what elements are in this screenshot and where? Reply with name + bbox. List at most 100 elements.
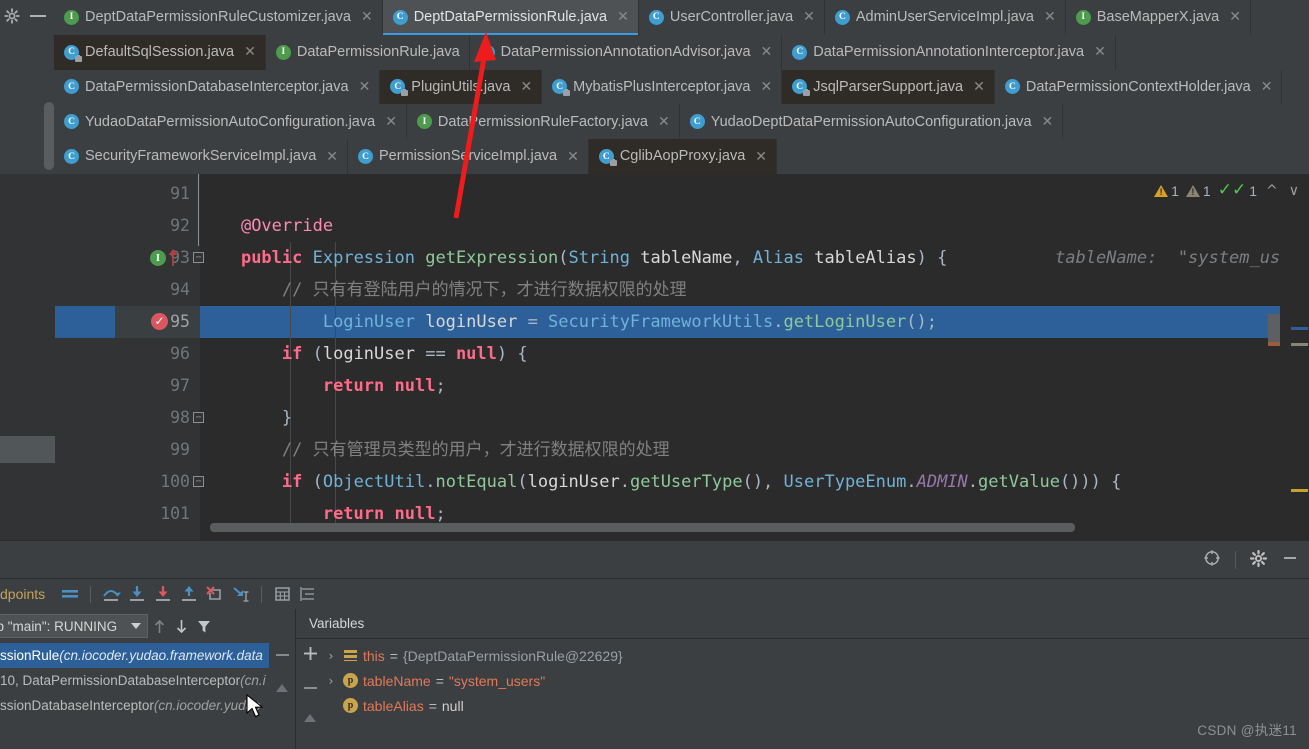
code-line[interactable]: public Expression getExpression(String t… (200, 242, 947, 274)
force-step-into-icon[interactable] (150, 582, 176, 606)
minimize-icon[interactable] (1281, 549, 1299, 571)
close-icon[interactable]: ✕ (760, 80, 772, 94)
warning-count-group[interactable]: 1 (1154, 183, 1179, 199)
code-line[interactable]: LoginUser loginUser = SecurityFrameworkU… (200, 306, 937, 338)
evaluate-expression-icon[interactable] (269, 582, 295, 606)
breakpoint-icon[interactable] (151, 313, 168, 330)
thread-selector[interactable]: up "main": RUNNING (0, 614, 149, 638)
editor-tab[interactable]: I BaseMapperX.java ✕ (1065, 0, 1251, 35)
breakpoints-label[interactable]: dpoints (0, 586, 45, 602)
call-stack-list[interactable]: ssionRule (cn.iocoder.yudao.framework.da… (0, 643, 295, 718)
close-icon[interactable]: ✕ (1229, 10, 1241, 24)
next-problem-icon[interactable]: ∨ (1287, 183, 1301, 199)
tab-label: SecurityFrameworkServiceImpl.java (85, 148, 317, 165)
tab-label: JsqlParserSupport.java (813, 78, 964, 95)
weak-warning-count-group[interactable]: 1 (1185, 183, 1211, 199)
close-icon[interactable]: ✕ (1042, 115, 1054, 129)
close-icon[interactable]: ✕ (1261, 80, 1273, 94)
minus-icon[interactable] (274, 647, 291, 664)
close-icon[interactable]: ✕ (385, 115, 397, 129)
editor-tab[interactable]: I DeptDataPermissionRuleCustomizer.java ✕ (54, 0, 383, 35)
inspection-widget[interactable]: 1 1 ✓✓ 1 ^ ∨ (1154, 182, 1301, 199)
close-icon[interactable]: ✕ (244, 45, 256, 59)
editor-tab[interactable]: C SecurityFrameworkServiceImpl.java ✕ (54, 139, 348, 174)
editor-tab[interactable]: C DataPermissionDatabaseInterceptor.java ✕ (54, 69, 381, 105)
run-to-cursor-icon[interactable] (228, 582, 254, 606)
editor-tab[interactable]: I DataPermissionRuleFactory.java ✕ (406, 104, 680, 140)
close-icon[interactable]: ✕ (1044, 10, 1056, 24)
minus-icon[interactable] (302, 680, 319, 697)
variable-row[interactable]: › p tableName = "system_users" (324, 668, 1309, 693)
call-stack-frame[interactable]: 10, DataPermissionDatabaseInterceptor (c… (0, 668, 295, 693)
error-stripe[interactable] (1280, 174, 1309, 540)
code-line[interactable]: @Override (200, 210, 333, 242)
drop-frame-icon[interactable] (202, 582, 228, 606)
close-icon[interactable]: ✕ (658, 115, 670, 129)
close-icon[interactable]: ✕ (761, 45, 773, 59)
code-line[interactable]: if (loginUser == null) { (200, 338, 528, 370)
close-icon[interactable]: ✕ (755, 150, 767, 164)
close-icon[interactable]: ✕ (973, 80, 985, 94)
settings-gear-icon[interactable] (4, 8, 20, 24)
variables-tree[interactable]: › this = {DeptDataPermissionRule@22629} › p ta… (324, 643, 1309, 718)
arrow-down-icon[interactable] (170, 618, 192, 635)
prev-problem-icon[interactable]: ^ (1264, 183, 1280, 199)
editor-tab[interactable]: C JsqlParserSupport.java ✕ (782, 69, 995, 105)
editor-tab[interactable]: C DefaultSqlSession.java ✕ (54, 34, 266, 70)
call-stack-frame[interactable]: ssionDatabaseInterceptor (cn.iocoder.yud… (0, 693, 295, 718)
editor-tab[interactable]: C CglibAopProxy.java ✕ (588, 139, 778, 174)
close-icon[interactable]: ✕ (520, 80, 532, 94)
code-line[interactable]: if (ObjectUtil.notEqual(loginUser.getUse… (200, 466, 1121, 498)
code-line[interactable]: return null; (200, 370, 446, 402)
editor-tab[interactable]: C DataPermissionAnnotationAdvisor.java ✕ (469, 34, 783, 70)
plus-icon[interactable] (302, 645, 319, 666)
close-icon[interactable]: ✕ (1094, 45, 1106, 59)
step-into-icon[interactable] (124, 582, 150, 606)
tab-bar-scrollbar[interactable] (44, 102, 54, 170)
arrow-up-icon[interactable] (148, 618, 170, 635)
filter-icon[interactable] (192, 618, 216, 635)
close-icon[interactable]: ✕ (617, 10, 629, 24)
tab-row: I DeptDataPermissionRuleCustomizer.java ✕ C… (54, 0, 1309, 35)
chevron-right-icon[interactable]: › (324, 649, 338, 663)
editor-tab[interactable]: C PermissionServiceImpl.java ✕ (348, 139, 589, 174)
variable-row[interactable]: › this = {DeptDataPermissionRule@22629} (324, 643, 1309, 668)
editor-tab[interactable]: C YudaoDataPermissionAutoConfiguration.ja… (54, 104, 407, 140)
editor-tab[interactable]: C UserController.java ✕ (638, 0, 825, 35)
editor-tab[interactable]: C DataPermissionContextHolder.java ✕ (994, 69, 1283, 105)
up-triangle-icon[interactable] (302, 711, 318, 728)
close-icon[interactable]: ✕ (803, 10, 815, 24)
call-stack-frame[interactable]: ssionRule (cn.iocoder.yudao.framework.da… (0, 643, 295, 668)
close-icon[interactable]: ✕ (361, 10, 373, 24)
code-line[interactable]: } (200, 402, 292, 434)
close-icon[interactable]: ✕ (359, 80, 371, 94)
editor-tab[interactable]: C MybatisPlusInterceptor.java ✕ (542, 69, 783, 105)
tab-label: DataPermissionRuleFactory.java (437, 113, 648, 130)
code-line[interactable]: // 只有有登陆用户的情况下，才进行数据权限的处理 (200, 274, 687, 306)
editor-horizontal-scrollbar[interactable] (210, 523, 1075, 532)
editor-tab[interactable]: C DataPermissionAnnotationInterceptor.jav… (782, 34, 1116, 70)
editor-tab[interactable]: C PluginUtils.java ✕ (380, 69, 543, 105)
chevron-right-icon[interactable]: › (324, 674, 338, 688)
implementing-method-icon[interactable]: I (150, 250, 166, 266)
editor-tab[interactable]: C AdminUserServiceImpl.java ✕ (824, 0, 1066, 35)
show-execution-point-icon[interactable] (295, 582, 321, 606)
tab-label: DataPermissionRule.java (296, 43, 460, 60)
mute-breakpoints-icon[interactable] (57, 582, 83, 606)
close-icon[interactable]: ✕ (326, 150, 338, 164)
editor-tab[interactable]: I DataPermissionRule.java (265, 34, 470, 70)
overrides-arrow-icon[interactable] (167, 248, 179, 273)
editor-tab[interactable]: C DeptDataPermissionRule.java ✕ (382, 0, 639, 35)
variable-row[interactable]: p tableAlias = null (324, 693, 1309, 718)
minimize-icon[interactable] (30, 15, 46, 17)
gear-icon[interactable] (1249, 549, 1268, 571)
ok-count-group[interactable]: ✓✓ 1 (1218, 182, 1257, 199)
locate-icon[interactable] (1203, 549, 1221, 571)
editor-tab[interactable]: C YudaoDeptDataPermissionAutoConfiguratio… (679, 104, 1064, 140)
code-text-area[interactable]: @Override public Expression getExpressio… (200, 174, 1280, 540)
up-triangle-icon[interactable] (274, 681, 290, 698)
code-line[interactable]: // 只有管理员类型的用户，才进行数据权限的处理 (200, 434, 670, 466)
step-out-icon[interactable] (176, 582, 202, 606)
close-icon[interactable]: ✕ (567, 150, 579, 164)
step-over-icon[interactable] (98, 582, 124, 606)
